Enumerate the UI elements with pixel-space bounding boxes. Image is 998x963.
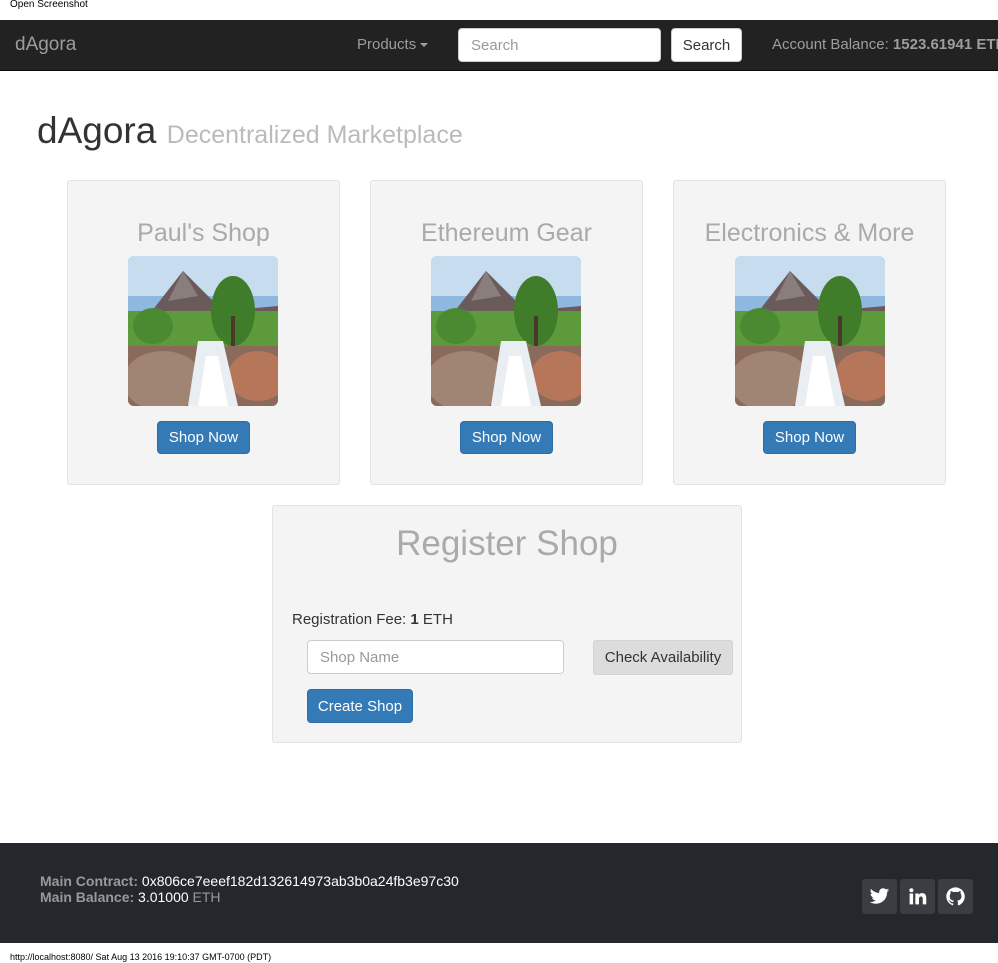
- shop-now-button[interactable]: Shop Now: [763, 421, 856, 454]
- main-contract-label: Main Contract: [40, 873, 134, 889]
- navbar: dAgora Products Search Account Balance: …: [0, 20, 998, 71]
- shop-name-input[interactable]: [307, 640, 564, 674]
- shop-image[interactable]: [128, 256, 278, 406]
- search-input[interactable]: [458, 28, 661, 62]
- shop-name: Paul's Shop: [137, 219, 270, 247]
- shop-card: Paul's Shop Shop Now: [67, 180, 340, 485]
- account-balance-value: 1523.61941 ETH: [892, 36, 998, 53]
- registration-fee-value: 1: [410, 611, 419, 628]
- register-title: Register Shop: [396, 524, 618, 563]
- main-balance-unit: ETH: [192, 889, 221, 905]
- navbar-brand[interactable]: dAgora: [15, 33, 76, 57]
- page-subtitle: Decentralized Marketplace: [166, 121, 463, 149]
- main-balance: Main Balance: 3.01000 ETH: [40, 889, 221, 905]
- shop-card: Electronics & More Shop Now: [673, 180, 946, 485]
- account-balance-label: Account Balance:: [772, 36, 889, 53]
- main-balance-label: Main Balance: [40, 889, 130, 905]
- page-header: dAgora Decentralized Marketplace: [37, 108, 463, 162]
- shop-now-button[interactable]: Shop Now: [460, 421, 553, 454]
- footer: Main Contract: 0x806ce7eeef182d132614973…: [0, 843, 998, 943]
- shop-now-button[interactable]: Shop Now: [157, 421, 250, 454]
- shop-name: Electronics & More: [704, 219, 915, 247]
- main-contract-value: 0x806ce7eeef182d132614973ab3b0a24fb3e97c…: [141, 873, 459, 889]
- registration-fee: Registration Fee: 1 ETH: [292, 611, 453, 629]
- print-header: Open Screenshot: [10, 0, 88, 10]
- github-icon[interactable]: [938, 879, 973, 914]
- linkedin-icon[interactable]: [900, 879, 935, 914]
- shop-image[interactable]: [735, 256, 885, 406]
- page-title: dAgora: [37, 110, 157, 151]
- caret-down-icon: [420, 43, 429, 48]
- twitter-icon[interactable]: [862, 879, 897, 914]
- print-footer: http://localhost:8080/ Sat Aug 13 2016 1…: [10, 952, 272, 962]
- shop-name: Ethereum Gear: [421, 219, 592, 247]
- account-balance: Account Balance: 1523.61941 ETH: [772, 36, 998, 54]
- products-label: Products: [357, 36, 417, 53]
- register-shop-panel: Register Shop Registration Fee: 1 ETH Ch…: [272, 505, 742, 743]
- search-button[interactable]: Search: [671, 28, 742, 62]
- create-shop-button[interactable]: Create Shop: [307, 689, 413, 723]
- main-contract: Main Contract: 0x806ce7eeef182d132614973…: [40, 873, 459, 889]
- registration-fee-unit: ETH: [422, 611, 453, 628]
- shop-card: Ethereum Gear Shop Now: [370, 180, 643, 485]
- products-dropdown[interactable]: Products: [357, 36, 429, 54]
- check-availability-button[interactable]: Check Availability: [593, 640, 733, 675]
- main-balance-value: 3.01000: [138, 889, 189, 905]
- shop-image[interactable]: [431, 256, 581, 406]
- registration-fee-label: Registration Fee:: [292, 611, 407, 628]
